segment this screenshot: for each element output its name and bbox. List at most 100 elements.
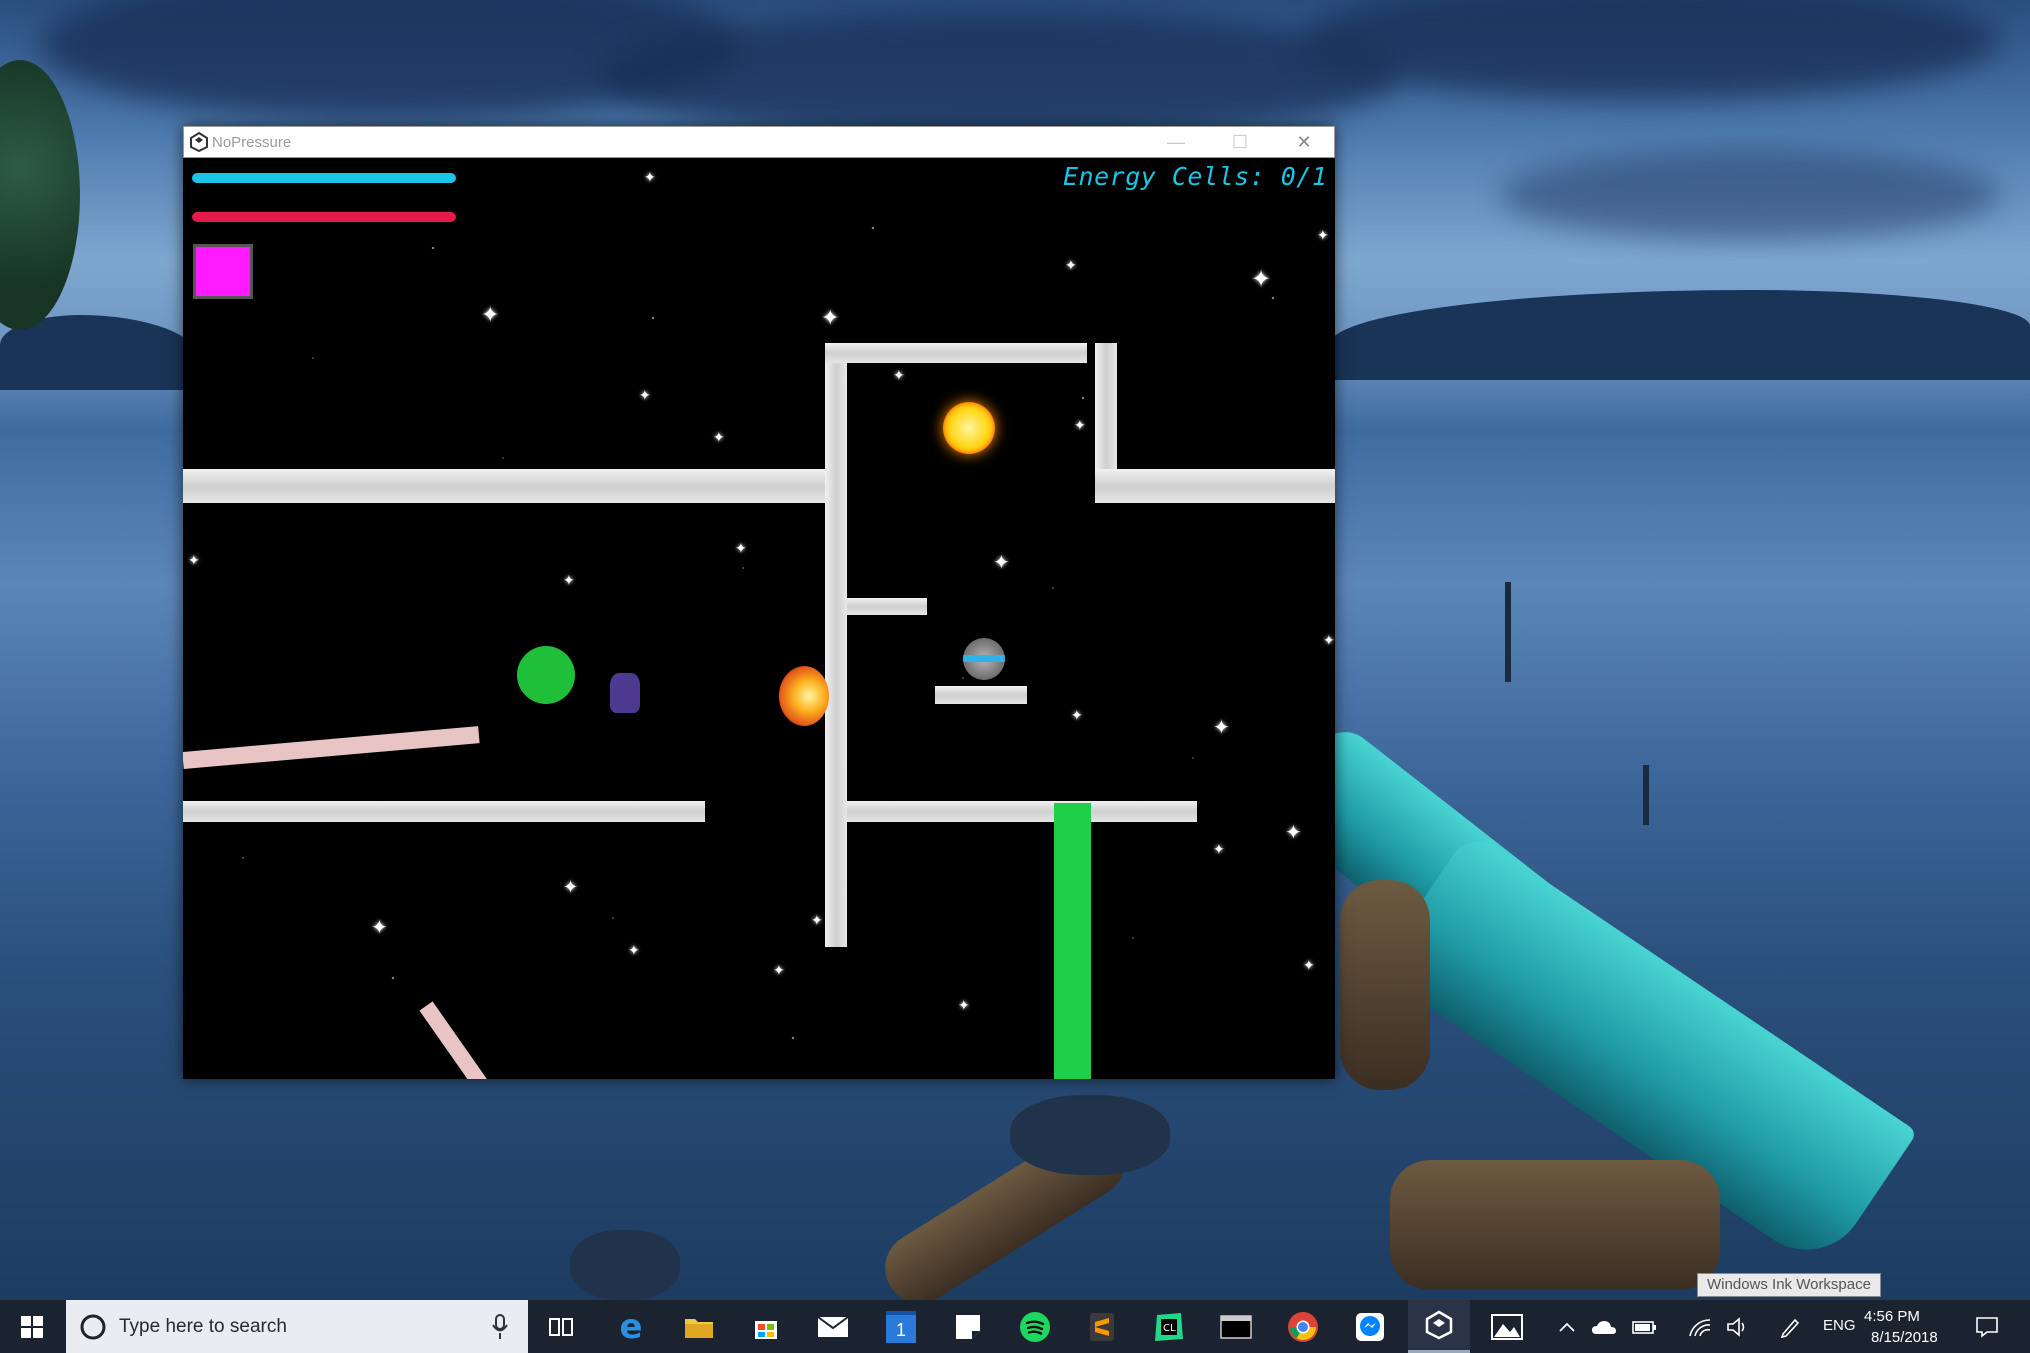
taskbar-chrome[interactable] xyxy=(1272,1300,1334,1353)
wall-platform xyxy=(1095,469,1335,503)
search-box[interactable]: Type here to search xyxy=(66,1300,528,1353)
wallpaper-log xyxy=(1340,880,1430,1090)
wall-ledge xyxy=(847,598,927,615)
taskbar-messenger[interactable] xyxy=(1339,1300,1401,1353)
terminal-icon xyxy=(1220,1314,1252,1339)
task-view-icon xyxy=(549,1317,573,1336)
start-button[interactable] xyxy=(0,1300,64,1353)
battery-icon xyxy=(1632,1320,1656,1334)
task-view-button[interactable] xyxy=(530,1300,592,1353)
taskbar-edge[interactable]: e xyxy=(600,1300,662,1353)
action-center-button[interactable] xyxy=(1962,1300,2012,1353)
pen-icon xyxy=(1780,1318,1800,1338)
health-bar xyxy=(192,212,456,222)
wallpaper-post xyxy=(1643,765,1649,825)
tray-battery[interactable] xyxy=(1626,1300,1662,1353)
clock-date[interactable]: 8/15/2018 xyxy=(1871,1329,1938,1346)
tray-windows-ink[interactable] xyxy=(1770,1300,1810,1353)
item-slot xyxy=(193,244,253,299)
star-sprite: ✦ xyxy=(639,387,651,403)
star-sprite: ✦ xyxy=(773,962,785,978)
star-sprite: ✦ xyxy=(811,912,823,928)
wallpaper-post xyxy=(1505,582,1511,682)
star-sprite: ✦ xyxy=(821,305,840,330)
wallpaper-cloud xyxy=(1500,150,2000,240)
notification-icon xyxy=(1976,1316,1998,1338)
star-sprite: ✦ xyxy=(1317,227,1329,243)
star-sprite: ✦ xyxy=(1213,841,1225,857)
language-indicator[interactable]: ENG xyxy=(1823,1317,1856,1334)
star-sprite: ✦ xyxy=(188,552,200,568)
window-title: NoPressure xyxy=(212,134,292,151)
edge-icon: e xyxy=(619,1306,643,1347)
window-titlebar[interactable]: NoPressure — ☐ ✕ xyxy=(183,126,1335,158)
spotify-icon xyxy=(1020,1311,1050,1342)
taskbar-photos[interactable] xyxy=(1476,1300,1538,1353)
taskbar-calendar[interactable]: 1 xyxy=(870,1300,932,1353)
taskbar: Type here to search e 1 CL ENG 4:56 PM 8… xyxy=(0,1300,2030,1353)
chrome-icon xyxy=(1288,1311,1318,1342)
taskbar-terminal[interactable] xyxy=(1205,1300,1267,1353)
fireball-hazard xyxy=(779,666,829,726)
volume-icon xyxy=(1727,1316,1745,1337)
tray-volume[interactable] xyxy=(1720,1300,1756,1353)
star-sprite: ✦ xyxy=(1213,717,1230,739)
tooltip: Windows Ink Workspace xyxy=(1697,1273,1881,1297)
store-icon xyxy=(755,1320,777,1339)
clion-icon: CL xyxy=(1155,1312,1183,1341)
close-button[interactable]: ✕ xyxy=(1272,127,1336,158)
taskbar-clion[interactable]: CL xyxy=(1138,1300,1200,1353)
minimize-button[interactable]: — xyxy=(1144,127,1208,158)
taskbar-store[interactable] xyxy=(735,1300,797,1353)
unity-icon xyxy=(190,131,208,153)
star-sprite: ✦ xyxy=(958,997,970,1013)
star-sprite: ✦ xyxy=(993,552,1010,574)
star-sprite: ✦ xyxy=(1065,257,1077,273)
taskbar-sublime[interactable] xyxy=(1071,1300,1133,1353)
green-orb xyxy=(517,646,575,704)
alien-enemy xyxy=(610,673,640,713)
wall-ledge xyxy=(935,686,1027,704)
sublime-text-icon xyxy=(1090,1312,1114,1341)
green-pillar xyxy=(1054,803,1091,1079)
star-sprite: ✦ xyxy=(713,429,725,445)
star-sprite: ✦ xyxy=(644,169,656,185)
unity-icon xyxy=(1425,1310,1453,1340)
wallpaper-cloud xyxy=(600,10,1400,140)
file-explorer-icon xyxy=(685,1318,713,1338)
tray-onedrive[interactable] xyxy=(1586,1300,1622,1353)
taskbar-spotify[interactable] xyxy=(1004,1300,1066,1353)
star-sprite: ✦ xyxy=(371,917,388,939)
star-sprite: ✦ xyxy=(1071,707,1083,723)
wall-platform xyxy=(183,469,827,503)
wall-platform xyxy=(847,801,1197,822)
microphone-icon[interactable] xyxy=(491,1314,509,1340)
taskbar-unity[interactable] xyxy=(1408,1300,1470,1353)
star-sprite: ✦ xyxy=(1303,957,1315,973)
wall-platform xyxy=(183,801,705,822)
wallpaper-log xyxy=(1390,1160,1720,1290)
wallpaper-rock xyxy=(570,1230,680,1300)
wallpaper-mountain xyxy=(1330,290,2030,380)
energy-cell-sun xyxy=(943,402,995,454)
maximize-button[interactable]: ☐ xyxy=(1208,127,1272,158)
tray-wifi[interactable] xyxy=(1682,1300,1718,1353)
taskbar-sticky-notes[interactable] xyxy=(937,1300,999,1353)
show-hidden-icons-button[interactable] xyxy=(1552,1300,1582,1353)
messenger-icon xyxy=(1356,1312,1384,1341)
game-canvas[interactable]: ✦ ✦ ✦ ✦ ✦ ✦ ✦ ✦ ✦ ✦ ✦ ✦ ✦ ✦ ✦ ✦ ✦ ✦ ✦ ✦ … xyxy=(183,158,1335,1079)
taskbar-file-explorer[interactable] xyxy=(668,1300,730,1353)
wallpaper-rock xyxy=(1010,1095,1170,1175)
taskbar-mail[interactable] xyxy=(802,1300,864,1353)
pink-ramp xyxy=(419,1001,499,1079)
star-sprite: ✦ xyxy=(1251,266,1272,293)
cortana-icon xyxy=(80,1314,106,1340)
clock-time[interactable]: 4:56 PM xyxy=(1864,1308,1920,1325)
wall-platform xyxy=(825,343,1087,363)
wallpaper-tree xyxy=(0,60,80,330)
star-sprite: ✦ xyxy=(628,942,640,958)
pink-ramp xyxy=(183,726,480,769)
game-window[interactable]: NoPressure — ☐ ✕ ✦ ✦ ✦ ✦ ✦ ✦ ✦ ✦ ✦ ✦ ✦ ✦… xyxy=(183,126,1335,1079)
star-sprite: ✦ xyxy=(1323,632,1335,648)
wifi-icon xyxy=(1689,1318,1711,1336)
